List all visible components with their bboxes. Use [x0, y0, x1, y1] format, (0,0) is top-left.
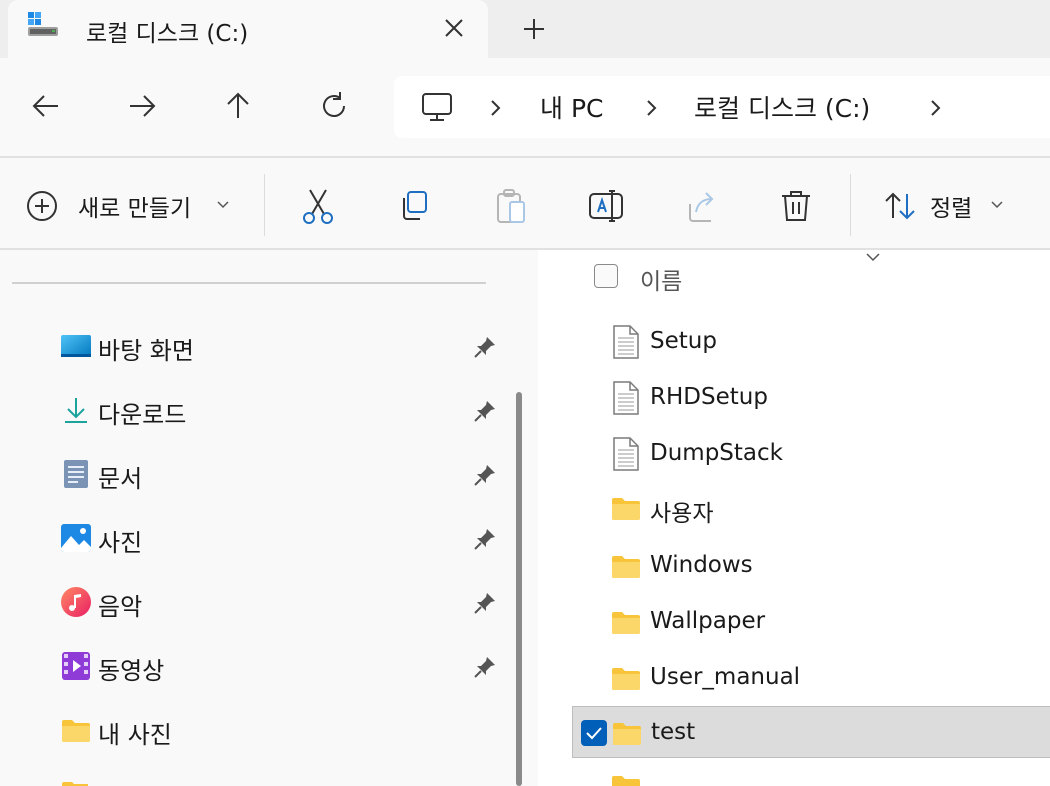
toolbar-separator	[850, 174, 851, 236]
sidebar-item-label: 바탕 화면	[98, 337, 194, 365]
cut-icon[interactable]	[298, 186, 338, 226]
share-icon[interactable]	[682, 186, 722, 226]
checkmark-icon	[586, 727, 602, 740]
navigation-bar: 내 PC 로컬 디스크 (C:)	[0, 58, 1050, 156]
tab-title: 로컬 디스크 (C:)	[86, 21, 249, 47]
list-item[interactable]: User_manual	[572, 652, 1050, 704]
new-tab-icon[interactable]	[518, 13, 550, 45]
list-item[interactable]: DumpStack	[572, 428, 1050, 480]
list-item-selected[interactable]: test	[572, 706, 1050, 758]
sidebar-item-label: 동영상	[98, 657, 165, 685]
file-name: Setup	[650, 328, 717, 354]
new-button[interactable]: 새로 만들기	[78, 189, 191, 223]
sidebar-item-label: 문서	[98, 465, 143, 493]
file-name: Wallpaper	[650, 608, 766, 634]
chevron-down-icon[interactable]	[216, 200, 230, 210]
sidebar-item-documents[interactable]: 문서	[58, 450, 498, 500]
music-icon	[61, 587, 91, 617]
file-name: DumpStack	[650, 440, 783, 466]
delete-icon[interactable]	[776, 186, 816, 226]
folder-icon	[612, 776, 640, 786]
pin-icon[interactable]	[472, 398, 498, 424]
folder-icon	[612, 556, 640, 578]
sidebar-item-label: 다운로드	[98, 401, 187, 429]
select-all-checkbox[interactable]	[594, 264, 618, 288]
paste-icon[interactable]	[490, 186, 530, 226]
chevron-right-icon[interactable]	[928, 98, 944, 118]
pin-icon[interactable]	[472, 590, 498, 616]
sort-button[interactable]: 정렬	[930, 189, 972, 223]
breadcrumb-local-disk[interactable]: 로컬 디스크 (C:)	[694, 89, 870, 125]
videos-icon	[62, 652, 90, 680]
list-item[interactable]: Setup	[572, 316, 1050, 368]
sidebar-item-videos[interactable]: 동영상	[58, 642, 498, 692]
folder-icon	[62, 782, 88, 786]
chevron-down-icon[interactable]	[990, 200, 1004, 210]
address-bar[interactable]: 내 PC 로컬 디스크 (C:)	[394, 76, 1050, 138]
file-icon	[613, 437, 639, 471]
drive-icon	[28, 12, 58, 36]
file-list: 이름 Setup RHDSetup DumpStack 사용자 Windows …	[538, 250, 1050, 786]
folder-icon	[62, 720, 90, 742]
pin-icon[interactable]	[472, 526, 498, 552]
tab-bar: 로컬 디스크 (C:)	[0, 0, 1050, 58]
desktop-icon	[61, 335, 91, 357]
add-circle-icon[interactable]	[24, 188, 60, 224]
list-item[interactable]: 사용자	[572, 482, 1050, 534]
pin-icon[interactable]	[472, 654, 498, 680]
documents-icon	[64, 460, 88, 488]
list-item[interactable]: Wallpaper	[572, 596, 1050, 648]
list-item[interactable]: Windows	[572, 540, 1050, 592]
pin-icon[interactable]	[472, 334, 498, 360]
sidebar-item-label: 내 사진	[98, 721, 172, 749]
sidebar-item-label: 사진	[98, 529, 143, 557]
command-bar: 새로 만들기 정렬	[0, 158, 1050, 248]
scrollbar-thumb[interactable]	[516, 392, 522, 786]
pin-icon[interactable]	[472, 462, 498, 488]
file-icon	[613, 381, 639, 415]
folder-icon	[612, 612, 640, 634]
monitor-icon[interactable]	[420, 90, 454, 124]
file-icon	[613, 325, 639, 359]
sidebar-item-pictures[interactable]: 사진	[58, 514, 498, 564]
sidebar-item-music[interactable]: 음악	[58, 578, 498, 628]
chevron-right-icon[interactable]	[644, 98, 660, 118]
download-icon	[65, 398, 87, 423]
up-arrow-icon[interactable]	[220, 88, 256, 124]
row-checkbox[interactable]	[581, 720, 607, 746]
file-name: Windows	[650, 552, 753, 578]
navigation-pane: 바탕 화면 다운로드 문서 사진 음악 동영상 내 사진	[0, 250, 504, 786]
file-name: 사용자	[650, 501, 714, 527]
sidebar-scrollbar[interactable]	[504, 250, 538, 786]
toolbar-separator	[264, 174, 265, 236]
column-header-name[interactable]: 이름	[640, 262, 682, 296]
close-icon[interactable]	[438, 12, 470, 44]
folder-icon	[612, 668, 640, 690]
refresh-icon[interactable]	[316, 88, 352, 124]
copy-icon[interactable]	[394, 186, 434, 226]
sidebar-item-downloads[interactable]: 다운로드	[58, 386, 498, 436]
chevron-right-icon[interactable]	[488, 98, 504, 118]
forward-arrow-icon[interactable]	[124, 88, 160, 124]
chevron-down-icon[interactable]	[864, 250, 882, 264]
tab-local-disk[interactable]: 로컬 디스크 (C:)	[8, 0, 488, 58]
sort-icon[interactable]	[880, 186, 920, 226]
rename-icon[interactable]	[586, 186, 626, 226]
pictures-icon	[61, 524, 91, 552]
list-item[interactable]: RHDSetup	[572, 372, 1050, 424]
file-name: User_manual	[650, 664, 801, 690]
breadcrumb-this-pc[interactable]: 내 PC	[540, 89, 603, 125]
sidebar-item-desktop[interactable]: 바탕 화면	[58, 322, 498, 372]
folder-icon	[612, 498, 640, 520]
back-arrow-icon[interactable]	[28, 88, 64, 124]
file-name: RHDSetup	[650, 384, 768, 410]
divider	[12, 282, 486, 284]
folder-icon	[613, 723, 641, 745]
file-name: test	[651, 719, 696, 745]
sidebar-item-my-pictures[interactable]: 내 사진	[58, 706, 498, 756]
sidebar-item-label: 음악	[98, 593, 143, 621]
